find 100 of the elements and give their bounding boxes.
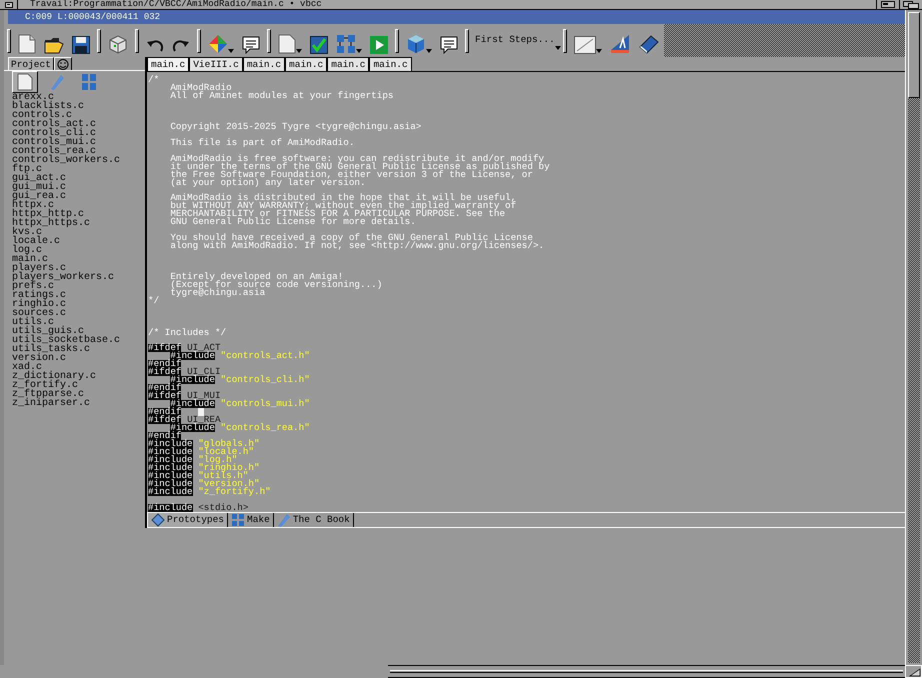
file-tab[interactable]: main.c	[327, 57, 370, 71]
file-list-item[interactable]: prefs.c	[12, 282, 54, 291]
checkmark-icon	[310, 36, 328, 54]
file-list-item[interactable]: httpx.c	[12, 201, 54, 210]
code-comment: MERCHANTABILITY or FITNESS FOR A PARTICULAR PURPOSE. See the	[170, 210, 506, 218]
book-icon	[638, 34, 660, 54]
file-list-item[interactable]: utils_socketbase.c	[12, 336, 120, 345]
grid-icon	[81, 73, 97, 91]
new-file-icon	[18, 34, 36, 54]
code-string: "controls_act.h"	[220, 352, 310, 360]
status-text: C:009 L:000043/000411 032	[25, 12, 160, 22]
file-list-item[interactable]: utils_guis.c	[12, 327, 84, 336]
code-text: UI_MUI	[187, 392, 221, 400]
file-list-item[interactable]: players_workers.c	[12, 273, 114, 282]
code-text: <stdio.h>	[198, 504, 248, 512]
file-list-item[interactable]: ratings.c	[12, 291, 66, 300]
preprocessor-directive: #include	[170, 376, 215, 384]
file-list-item[interactable]: controls_workers.c	[12, 156, 120, 165]
file-list-item[interactable]: gui_rea.c	[12, 192, 66, 201]
file-list-item[interactable]: gui_act.c	[12, 174, 66, 183]
smiley-tab[interactable]	[54, 57, 72, 70]
file-tab[interactable]: main.c	[242, 57, 286, 71]
file-list-item[interactable]: controls_act.c	[12, 120, 96, 129]
preprocessor-directive: #include	[148, 472, 193, 480]
file-tab[interactable]: main.c	[369, 57, 412, 71]
code-comment: AmiModRadio	[170, 84, 232, 92]
file-list-item[interactable]: main.c	[12, 255, 48, 264]
toolbar-handle[interactable]	[395, 28, 399, 52]
resize-icon	[909, 668, 921, 677]
caret-icon	[356, 48, 362, 52]
preprocessor-directive: #ifdef	[148, 416, 182, 424]
preprocessor-directive: #ifdef	[148, 344, 182, 352]
depth-button[interactable]	[899, 0, 922, 9]
caret-icon	[228, 48, 234, 52]
diamond-icon	[151, 513, 165, 527]
file-list-item[interactable]: xad.c	[12, 363, 42, 372]
code-text: UI_ACT	[187, 344, 221, 352]
toolbar-handle[interactable]	[267, 28, 271, 52]
file-list-item[interactable]: sources.c	[12, 309, 66, 318]
resize-handle[interactable]	[905, 665, 922, 678]
save-icon	[72, 36, 90, 54]
scroll-thumb[interactable]	[908, 12, 920, 98]
file-list-item[interactable]: controls_mui.c	[12, 138, 96, 147]
file-list-item[interactable]: players.c	[12, 264, 66, 273]
toolbar-handle[interactable]	[197, 28, 201, 52]
file-tab[interactable]: main.c	[147, 57, 190, 71]
file-list-item[interactable]: ftp.c	[12, 165, 42, 174]
file-list-item[interactable]: controls_cli.c	[12, 129, 96, 138]
toolbar-handle[interactable]	[465, 28, 469, 52]
horizontal-scrollbar[interactable]	[388, 665, 905, 678]
toolbar-handle[interactable]	[135, 28, 139, 52]
file-list-item[interactable]: arexx.c	[12, 93, 54, 102]
code-comment: the Free Software Foundation, either version 3 of the License, or	[170, 170, 533, 179]
file-list-item[interactable]: z_ftpparse.c	[12, 390, 84, 399]
file-list-item[interactable]: httpx_https.c	[12, 219, 90, 228]
dropdown-button[interactable]: First Steps...	[472, 30, 560, 52]
toolbar-handle[interactable]	[97, 28, 101, 52]
preprocessor-directive: #include	[148, 440, 193, 448]
file-mode-button[interactable]	[12, 71, 38, 93]
file-list-item[interactable]: ringhio.c	[12, 300, 66, 309]
file-list-item[interactable]: httpx_http.c	[12, 210, 84, 219]
document-icon	[278, 34, 296, 54]
file-list-item[interactable]: blacklists.c	[12, 102, 84, 111]
letter-triangle-icon	[610, 34, 630, 54]
toolbar-handle[interactable]	[563, 28, 567, 52]
file-list-item[interactable]: z_iniparser.c	[12, 399, 90, 408]
vertical-scrollbar[interactable]	[905, 10, 922, 665]
panel-tab[interactable]: Prototypes	[147, 513, 228, 527]
code-comment: GNU General Public License for more details.	[170, 218, 416, 226]
diamond-icon	[208, 34, 228, 54]
code-string: "globals.h"	[198, 440, 260, 448]
file-list-item[interactable]: log.c	[12, 246, 42, 255]
code-comment: along with AmiModRadio. If not, see <http://www.gnu.org/licenses/>.	[170, 242, 544, 250]
code-comment: /*	[148, 76, 160, 84]
redo-icon	[172, 38, 190, 54]
file-list-item[interactable]: controls_rea.c	[12, 147, 96, 156]
code-comment: AmiModRadio is free software: you can redistribute it and/or modify	[170, 154, 544, 163]
code-text: UI_CLI	[187, 368, 221, 376]
file-list-item[interactable]: utils.c	[12, 318, 54, 327]
code-string: "utils.h"	[198, 472, 248, 480]
preprocessor-directive: #include	[148, 448, 193, 456]
file-list-item[interactable]: version.c	[12, 354, 66, 363]
file-tab[interactable]: main.c	[285, 57, 328, 71]
caret-icon	[426, 48, 432, 52]
file-list-item[interactable]: gui_mui.c	[12, 183, 66, 192]
file-list-item[interactable]: locale.c	[12, 237, 60, 246]
file-list-item[interactable]: controls.c	[12, 111, 72, 120]
project-tab[interactable]: Project	[8, 57, 54, 70]
code-comment: (at your option) any later version.	[170, 178, 366, 187]
file-list-item[interactable]: z_dictionary.c	[12, 372, 96, 381]
file-list-item[interactable]: utils_tasks.c	[12, 345, 90, 354]
file-list-item[interactable]: kvs.c	[12, 228, 42, 237]
file-tab[interactable]: VieIII.c	[189, 57, 243, 71]
code-string: "ringhio.h"	[198, 464, 260, 472]
preprocessor-directive: #include	[148, 464, 193, 472]
code-comment: AmiModRadio is distributed in the hope that it will be useful,	[170, 194, 516, 202]
code-comment: This file is part of AmiModRadio.	[170, 138, 354, 147]
toolbar-handle[interactable]	[7, 28, 11, 52]
code-comment: tygre@chingu.asia	[170, 289, 266, 298]
file-list-item[interactable]: z_fortify.c	[12, 381, 78, 390]
